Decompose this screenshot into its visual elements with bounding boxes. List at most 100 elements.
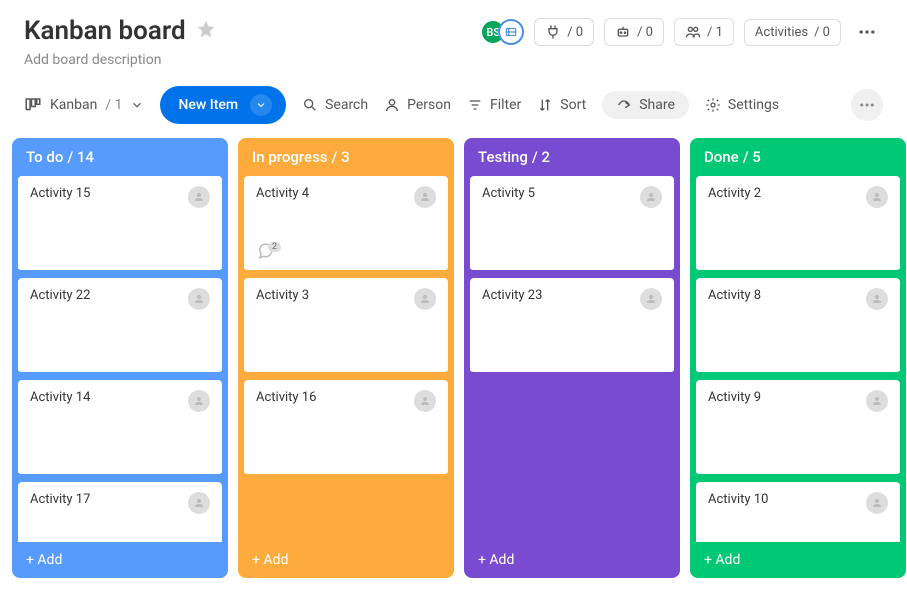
new-item-dropdown[interactable] — [250, 94, 272, 116]
assignee-avatar[interactable] — [414, 186, 436, 208]
dots-horizontal-icon — [858, 96, 876, 114]
board-header: Kanban board Add board description BS / … — [0, 0, 907, 76]
kanban-card[interactable]: Activity 8 — [696, 278, 900, 374]
more-menu-button[interactable] — [851, 16, 883, 48]
column-testing: Testing / 2Activity 5Activity 23+ Add — [464, 138, 680, 578]
card-title: Activity 4 — [256, 186, 309, 201]
column-count: / 2 — [532, 148, 550, 166]
star-icon[interactable] — [196, 19, 216, 44]
column-header[interactable]: Done / 5 — [690, 138, 906, 176]
integrations-pill[interactable]: / 0 — [534, 18, 594, 46]
filter-label: Filter — [490, 97, 521, 113]
assignee-avatar[interactable] — [188, 492, 210, 514]
filter-icon — [467, 97, 483, 113]
gear-icon — [705, 97, 721, 113]
board-description[interactable]: Add board description — [24, 52, 216, 68]
kanban-card[interactable]: Activity 3 — [244, 278, 448, 374]
column-body: Activity 15 Activity 22 Activity 14 Activit… — [12, 176, 228, 542]
assignee-avatar[interactable] — [866, 492, 888, 514]
assignee-avatar[interactable] — [414, 288, 436, 310]
kanban-card[interactable]: Activity 15 — [18, 176, 222, 272]
settings-label: Settings — [728, 97, 779, 113]
card-title: Activity 16 — [256, 390, 316, 405]
column-header[interactable]: In progress / 3 — [238, 138, 454, 176]
comment-count: 2 — [268, 242, 281, 252]
kanban-icon — [24, 96, 42, 114]
filter-button[interactable]: Filter — [467, 97, 521, 113]
share-icon — [616, 97, 632, 113]
column-count: / 3 — [332, 148, 350, 166]
person-label: Person — [407, 97, 451, 113]
person-filter-button[interactable]: Person — [384, 97, 451, 113]
sort-icon — [537, 97, 553, 113]
view-label: Kanban — [50, 97, 97, 113]
kanban-card[interactable]: Activity 5 — [470, 176, 674, 272]
people-icon — [685, 24, 701, 40]
card-title: Activity 17 — [30, 492, 90, 507]
column-header[interactable]: To do / 14 — [12, 138, 228, 176]
automation-pill[interactable]: / 0 — [604, 18, 664, 46]
search-label: Search — [325, 97, 368, 113]
assignee-avatar[interactable] — [414, 390, 436, 412]
kanban-card[interactable]: Activity 10 — [696, 482, 900, 542]
assignee-avatar[interactable] — [188, 390, 210, 412]
toolbar-more-button[interactable] — [851, 89, 883, 121]
column-body: Activity 2 Activity 8 Activity 9 Activity 1… — [690, 176, 906, 542]
kanban-card[interactable]: Activity 9 — [696, 380, 900, 476]
toolbar: Kanban / 1 New Item Search Person Filter… — [0, 76, 907, 138]
column-done: Done / 5Activity 2Activity 8Activity 9Ac… — [690, 138, 906, 578]
assignee-avatar[interactable] — [188, 186, 210, 208]
add-card-button[interactable]: + Add — [690, 542, 906, 578]
kanban-card[interactable]: Activity 14 — [18, 380, 222, 476]
board-title[interactable]: Kanban board — [24, 16, 186, 46]
add-card-button[interactable]: + Add — [238, 542, 454, 578]
robot-icon — [615, 24, 631, 40]
assignee-avatar[interactable] — [866, 390, 888, 412]
search-button[interactable]: Search — [302, 97, 368, 113]
chevron-down-icon — [130, 98, 144, 112]
card-comments[interactable]: 2 — [256, 242, 436, 260]
kanban-card[interactable]: Activity 4 2 — [244, 176, 448, 272]
settings-button[interactable]: Settings — [705, 97, 779, 113]
column-header[interactable]: Testing / 2 — [464, 138, 680, 176]
kanban-card[interactable]: Activity 17 — [18, 482, 222, 542]
column-title: In progress — [252, 148, 328, 166]
card-title: Activity 2 — [708, 186, 761, 201]
assignee-avatar[interactable] — [866, 186, 888, 208]
kanban-card[interactable]: Activity 2 — [696, 176, 900, 272]
activities-count: / 0 — [814, 25, 830, 40]
card-title: Activity 10 — [708, 492, 768, 507]
card-title: Activity 23 — [482, 288, 542, 303]
chevron-down-icon — [255, 99, 267, 111]
new-item-label: New Item — [178, 97, 238, 113]
dots-horizontal-icon — [857, 22, 877, 42]
view-switcher[interactable]: Kanban / 1 — [24, 96, 144, 114]
activities-pill[interactable]: Activities / 0 — [744, 19, 841, 46]
assignee-avatar[interactable] — [188, 288, 210, 310]
card-title: Activity 9 — [708, 390, 761, 405]
card-title: Activity 14 — [30, 390, 90, 405]
assignee-avatar[interactable] — [640, 288, 662, 310]
title-row: Kanban board — [24, 16, 216, 46]
automation-count: / 0 — [637, 25, 653, 40]
assignee-avatar[interactable] — [640, 186, 662, 208]
activities-label: Activities — [755, 25, 808, 40]
card-title: Activity 8 — [708, 288, 761, 303]
share-button[interactable]: Share — [602, 91, 689, 119]
add-card-button[interactable]: + Add — [464, 542, 680, 578]
new-item-button[interactable]: New Item — [160, 86, 286, 124]
kanban-card[interactable]: Activity 16 — [244, 380, 448, 476]
card-title: Activity 22 — [30, 288, 90, 303]
title-area: Kanban board Add board description — [24, 16, 216, 68]
plug-icon — [545, 24, 561, 40]
sort-button[interactable]: Sort — [537, 97, 586, 113]
assignee-avatar[interactable] — [866, 288, 888, 310]
kanban-card[interactable]: Activity 22 — [18, 278, 222, 374]
members-pill[interactable]: / 1 — [674, 18, 734, 46]
column-title: Testing — [478, 148, 528, 166]
avatar-stack[interactable]: BS — [480, 19, 524, 45]
column-todo: To do / 14Activity 15Activity 22Activity… — [12, 138, 228, 578]
kanban-card[interactable]: Activity 23 — [470, 278, 674, 374]
add-card-button[interactable]: + Add — [12, 542, 228, 578]
header-right: BS / 0 / 0 / 1 Activities / 0 — [480, 16, 883, 48]
